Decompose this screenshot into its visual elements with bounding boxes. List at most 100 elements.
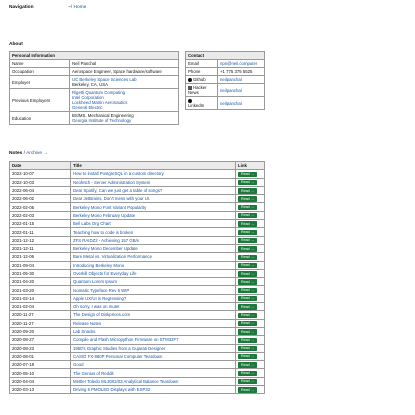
note-title-cell: The Genius of Reddit — [70, 368, 236, 378]
read-button[interactable]: Read → — [238, 370, 258, 377]
note-date: 2022-01-15 — [9, 219, 71, 229]
read-button[interactable]: Read → — [238, 237, 258, 244]
note-link-cell: Read → — [235, 260, 265, 270]
note-title-cell: Oh sorry, I was on mute! — [70, 302, 236, 312]
read-button[interactable]: Read → — [238, 354, 258, 360]
note-title-link[interactable]: Apple UX/UI is Regressing? — [73, 296, 126, 301]
note-date: 2021-03-20 — [9, 285, 71, 295]
phone-value: +1 775 375 5525 — [217, 67, 265, 76]
about-heading: About — [9, 42, 23, 47]
table-row: 2020-11-27 Release Notes Read → — [9, 318, 265, 328]
note-title-link[interactable]: ZFS RAIDZ2 - Achieving 157 GB/s — [73, 238, 139, 243]
email-link[interactable]: npn@neil.computer — [220, 61, 257, 66]
breadcrumb-root: ~/ — [68, 5, 73, 10]
name-label: Name — [9, 59, 70, 68]
read-button[interactable]: Read → — [238, 179, 258, 186]
read-button[interactable]: Read → — [238, 345, 258, 352]
note-date: 2022-01-11 — [9, 227, 71, 237]
note-title-link[interactable]: Lab Snacks — [73, 329, 95, 334]
table-row: 2021-12-06 Bare Metal vs. Virtualization … — [9, 252, 265, 262]
note-link-cell: Read → — [235, 285, 265, 295]
read-button[interactable]: Read → — [238, 204, 258, 211]
hacker-news-link[interactable]: neilpanchal — [220, 88, 242, 93]
read-button[interactable]: Read → — [238, 271, 258, 277]
note-link-cell: Read → — [235, 227, 265, 237]
note-link-cell: Read → — [235, 376, 265, 387]
note-title-link[interactable]: Release Notes — [73, 321, 101, 326]
table-row: 2022-01-11 Teaching how to code is broken… — [9, 227, 265, 237]
read-button[interactable]: Read → — [238, 304, 258, 310]
read-button[interactable]: Read → — [238, 246, 258, 252]
note-date: 2021-02-14 — [9, 293, 71, 304]
read-button[interactable]: Read → — [238, 378, 258, 385]
archive-link[interactable]: Archive → — [26, 151, 48, 156]
note-title-link[interactable]: Isomatic Typeface Rev 6 WIP — [73, 288, 129, 293]
read-button[interactable]: Read → — [238, 296, 258, 302]
read-button[interactable]: Read → — [238, 362, 258, 368]
breadcrumb-home-link[interactable]: Home — [73, 5, 86, 10]
note-title-link[interactable]: 1950's Graphic Studies from a Gujarati D… — [73, 346, 165, 351]
linkedin-link[interactable]: neilpanchal — [220, 101, 242, 106]
note-date: 2022-06-04 — [9, 185, 71, 196]
note-title-link[interactable]: Dear JetBrains, Don't mess with your UI. — [73, 196, 150, 201]
note-date: 2020-05-10 — [9, 368, 71, 378]
note-date: 2020-08-27 — [9, 335, 71, 345]
note-title-link[interactable]: Bell Labs Org Chart — [73, 221, 111, 226]
read-button[interactable]: Read → — [238, 329, 258, 335]
note-date: 2021-05-30 — [9, 268, 71, 279]
note-title-link[interactable]: Driving 6 PMOLED Displays with ESP32 — [73, 387, 150, 392]
github-icon — [188, 77, 192, 82]
table-row: 2022-06-04 Dear Spotify, Can we just get … — [9, 185, 265, 196]
note-title-link[interactable]: Dear Spotify, Can we just get a table of… — [73, 188, 162, 193]
table-row: 2020-04-04 Mettler Toledo ML3002/03 Analy… — [9, 376, 265, 387]
read-button[interactable]: Read → — [238, 320, 258, 327]
note-title-link[interactable]: Berkeley Mono December Update — [73, 246, 138, 251]
read-button[interactable]: Read → — [238, 229, 258, 236]
table-row: 2020-05-10 The Genius of Reddit Read → — [9, 368, 265, 378]
read-button[interactable]: Read → — [238, 221, 258, 227]
read-button[interactable]: Read → — [238, 171, 258, 177]
previous-employer-link[interactable]: General Electric — [72, 105, 103, 110]
read-button[interactable]: Read → — [238, 254, 258, 260]
note-title-link[interactable]: Compile and Flash Micropython Firmware o… — [73, 337, 179, 342]
github-link[interactable]: neilpanchal — [220, 77, 242, 82]
notes-title: Notes — [9, 151, 23, 156]
note-title-link[interactable]: Berkeley Mono February Update — [73, 213, 135, 218]
note-title-link[interactable]: Good — [73, 362, 84, 367]
note-date: 2021-04-20 — [9, 277, 71, 287]
occupation-value: Aerospace Engineer, Space hardware/softw… — [69, 67, 179, 76]
education-school-link[interactable]: Georgia Institute of Technology — [72, 118, 131, 123]
table-row: 2021-05-30 Overkill Objects for Everyday … — [9, 268, 265, 279]
read-button[interactable]: Read → — [238, 312, 258, 318]
note-title-link[interactable]: Mettler Toledo ML3002/03 Analytical Bala… — [73, 379, 178, 384]
read-button[interactable]: Read → — [238, 213, 258, 219]
note-title-link[interactable]: The Design of Diskprices.com — [73, 312, 130, 317]
read-button[interactable]: Read → — [238, 188, 258, 194]
note-title-link[interactable]: The Genius of Reddit — [73, 371, 114, 376]
note-title-link[interactable]: Oh sorry, I was on mute! — [73, 304, 120, 309]
note-title-link[interactable]: CASIO FX-880P Personal Computer Teardown — [73, 354, 162, 359]
note-title-cell: ZFS RAIDZ2 - Achieving 157 GB/s — [70, 235, 236, 245]
note-title-link[interactable]: Neofetch - Server Administration System — [73, 180, 150, 185]
note-title-cell: CASIO FX-880P Personal Computer Teardown — [70, 351, 236, 362]
note-title-link[interactable]: Bare Metal vs. Virtualization Performanc… — [73, 254, 152, 259]
note-link-cell: Read → — [235, 235, 265, 245]
table-row: 2021-02-04 Oh sorry, I was on mute! Read → — [9, 302, 265, 312]
notes-heading: Notes / Archive → — [9, 151, 48, 156]
note-title-link[interactable]: How to install PostgreSQL in a custom di… — [73, 171, 164, 176]
note-title-link[interactable]: Quantum Lorem Ipsum — [73, 279, 117, 284]
read-button[interactable]: Read → — [238, 287, 258, 294]
read-button[interactable]: Read → — [238, 196, 258, 202]
notes-separator: / — [23, 151, 26, 156]
note-date: 2021-02-04 — [9, 302, 71, 312]
note-date: 2020-11-27 — [9, 310, 71, 320]
note-title-link[interactable]: Introducing Berkeley Mono — [73, 263, 124, 268]
read-button[interactable]: Read → — [238, 279, 258, 285]
note-title-link[interactable]: Berkeley Mono Font Variant Popularity — [73, 205, 146, 210]
read-button[interactable]: Read → — [238, 387, 258, 393]
note-title-link[interactable]: Teaching how to code is broken — [73, 230, 133, 235]
read-button[interactable]: Read → — [238, 337, 258, 343]
note-title-link[interactable]: Overkill Objects for Everyday Life — [73, 271, 137, 276]
read-button[interactable]: Read → — [238, 262, 258, 269]
note-link-cell: Read → — [235, 177, 265, 187]
